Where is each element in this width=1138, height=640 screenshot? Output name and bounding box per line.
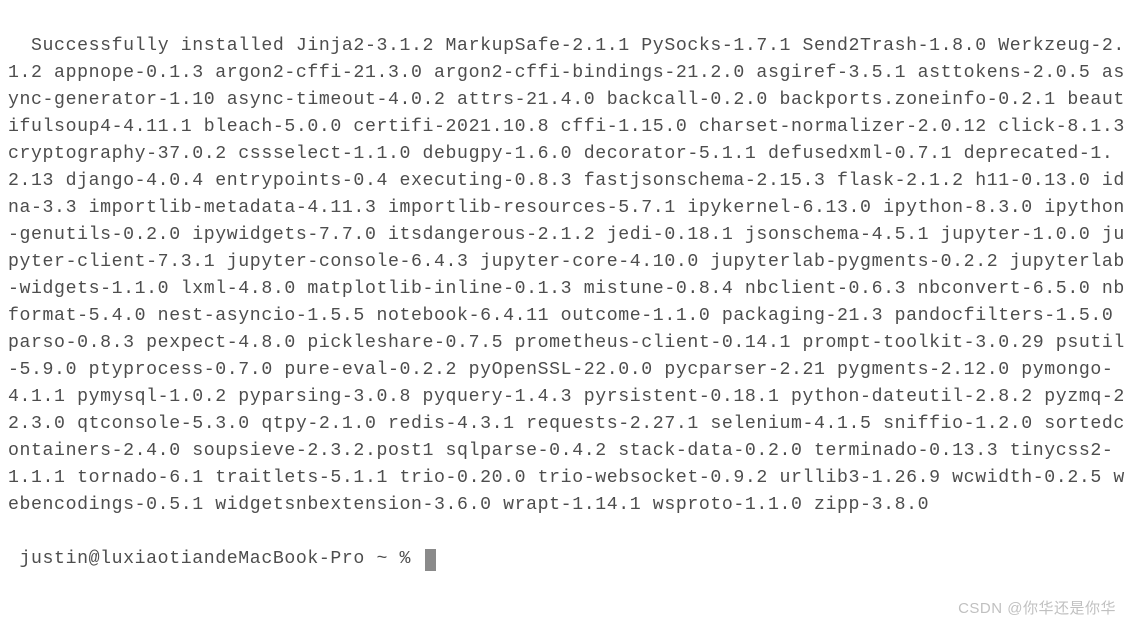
shell-prompt: justin@luxiaotiandeMacBook-Pro ~ % (8, 546, 423, 573)
shell-prompt-line[interactable]: justin@luxiaotiandeMacBook-Pro ~ % (8, 546, 1130, 573)
csdn-watermark: CSDN @你华还是你华 (958, 595, 1116, 622)
cursor-icon (425, 549, 436, 571)
terminal-window[interactable]: Successfully installed Jinja2-3.1.2 Mark… (0, 0, 1138, 640)
pip-install-output: Successfully installed Jinja2-3.1.2 Mark… (8, 36, 1136, 515)
